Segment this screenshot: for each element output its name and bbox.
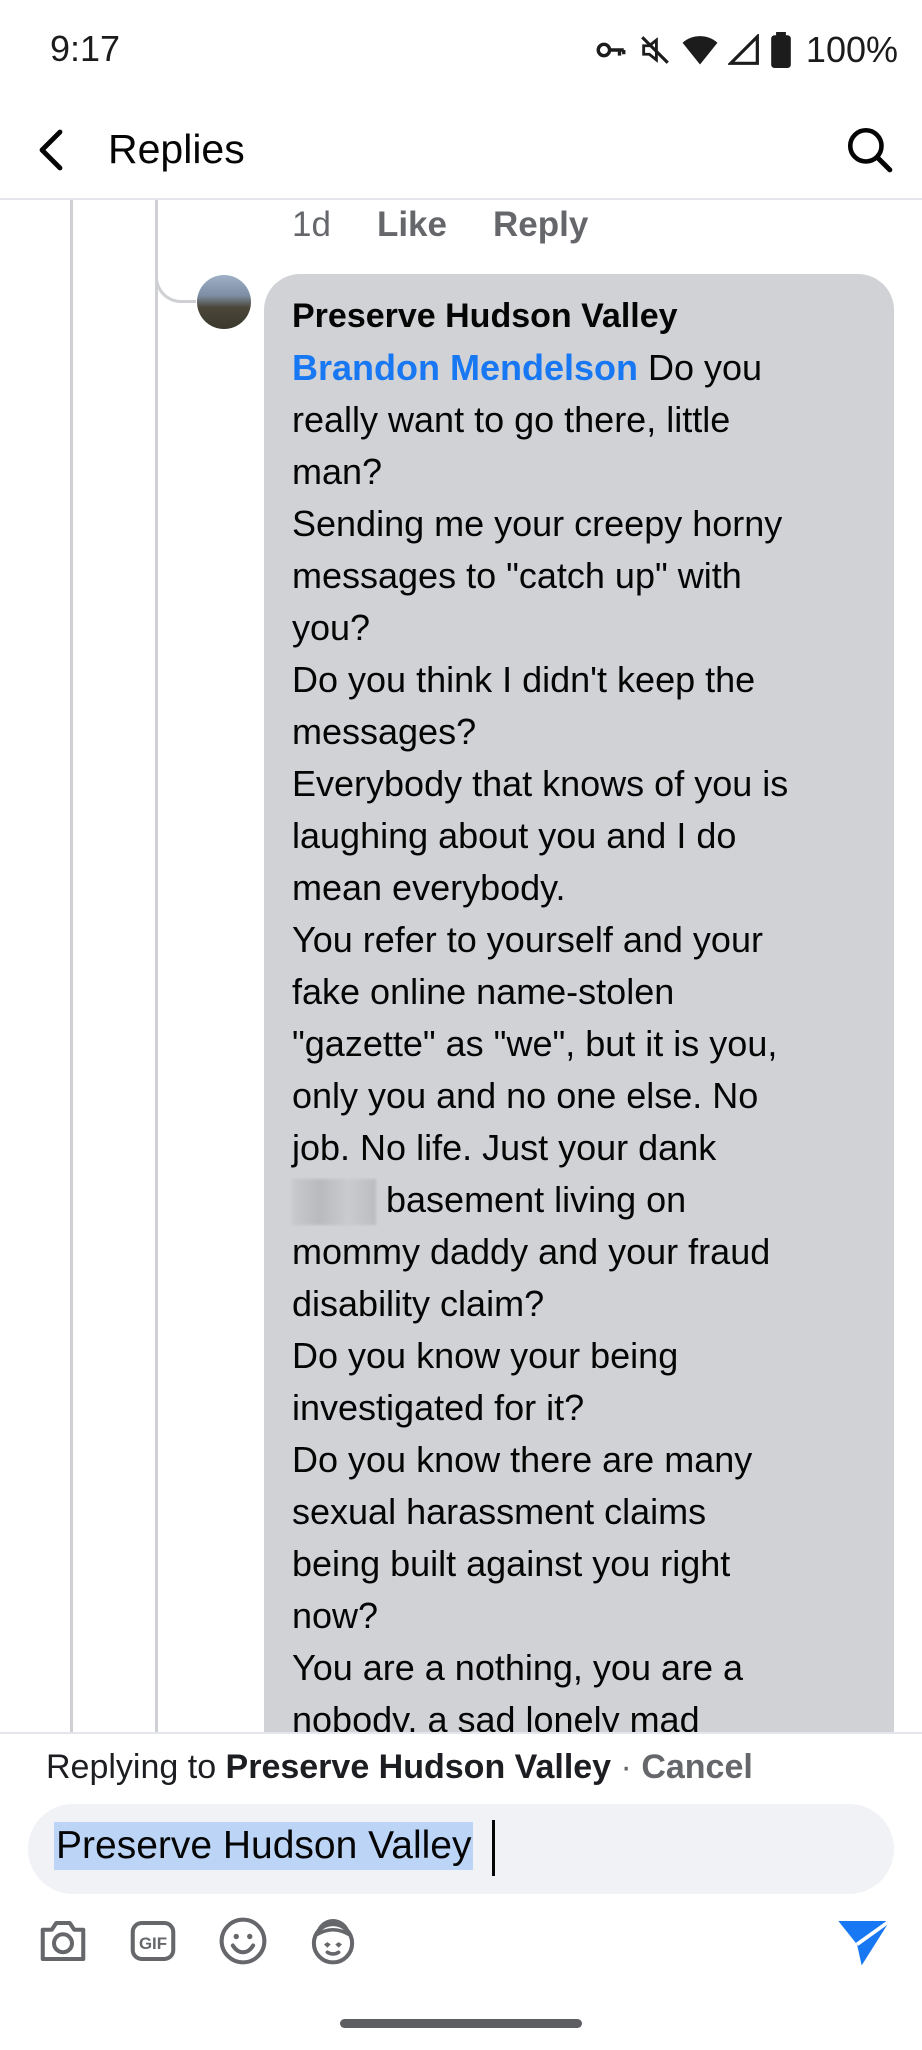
- svg-text:GIF: GIF: [139, 1934, 167, 1953]
- emoji-icon[interactable]: [216, 1914, 270, 1968]
- reply-input[interactable]: Preserve Hudson Valley: [28, 1804, 894, 1894]
- status-bar: 9:17 100%: [0, 0, 922, 100]
- mute-icon: [641, 36, 669, 64]
- comment-text-line: you?: [292, 607, 371, 648]
- battery-percentage: 100%: [805, 29, 898, 70]
- comment-text-line: Sending me your creepy horny: [292, 503, 783, 544]
- avatar-sticker-icon[interactable]: [306, 1914, 360, 1968]
- status-icons: 100%: [594, 24, 898, 76]
- text-caret: [492, 1820, 495, 1876]
- comment-text-line: messages?: [292, 711, 477, 752]
- reply-connector: [155, 200, 196, 303]
- camera-icon[interactable]: [36, 1914, 90, 1968]
- reply-composer: Replying to Preserve Hudson Valley · Can…: [0, 1732, 922, 2050]
- comment-text-line: really want to go there, little: [292, 399, 731, 440]
- comment-text-line: "gazette" as "we", but it is you,: [292, 1023, 778, 1064]
- like-button[interactable]: Like: [377, 205, 447, 245]
- comment-text-line: disability claim?: [292, 1283, 545, 1324]
- thread-line: [70, 200, 73, 1732]
- parent-comment-actions: 1d Like Reply: [292, 200, 588, 250]
- thread-line: [155, 200, 158, 1732]
- wifi-icon: [682, 36, 718, 65]
- composer-toolbar: GIF: [36, 1914, 360, 1968]
- comment-text-line: only you and no one else. No: [292, 1075, 759, 1116]
- comment-text-line: nobody, a sad lonely mad: [292, 1699, 700, 1732]
- comment-author[interactable]: Preserve Hudson Valley: [292, 290, 866, 342]
- comment-text-line: messages to "catch up" with: [292, 555, 742, 596]
- replying-to-name: Preserve Hudson Valley: [225, 1748, 612, 1786]
- separator: ·: [611, 1748, 642, 1786]
- replying-prefix: Replying to: [46, 1748, 226, 1786]
- comment-text-line: Do you know there are many: [292, 1439, 753, 1480]
- comment-text-line: mean everybody.: [292, 867, 566, 908]
- replying-to-label: Replying to Preserve Hudson Valley · Can…: [46, 1748, 753, 1787]
- comment-bubble[interactable]: Preserve Hudson Valley Brandon Mendelson…: [264, 274, 894, 1732]
- home-indicator[interactable]: [340, 2019, 582, 2028]
- comment-text-line: Everybody that knows of you is: [292, 763, 789, 804]
- comment-text-line: job. No life. Just your dank: [292, 1127, 717, 1168]
- cancel-reply-button[interactable]: Cancel: [641, 1748, 753, 1786]
- comment-text-line: Do you think I didn't keep the: [292, 659, 756, 700]
- back-arrow-icon[interactable]: [30, 126, 78, 174]
- comment-text-line: now?: [292, 1595, 379, 1636]
- comment-text-line: Do you: [638, 347, 763, 388]
- reply-input-mention[interactable]: Preserve Hudson Valley: [54, 1822, 474, 1870]
- comment-text-line: You are a nothing, you are a: [292, 1647, 744, 1688]
- comment-text-line: You refer to yourself and your: [292, 919, 763, 960]
- status-time: 9:17: [50, 28, 121, 69]
- reply-button[interactable]: Reply: [493, 205, 588, 245]
- signal-icon: [727, 34, 759, 65]
- comment-text-line: fake online name-stolen: [292, 971, 675, 1012]
- comment-age: 1d: [292, 205, 331, 244]
- top-bar: Replies: [0, 100, 922, 200]
- comment-text-line: man?: [292, 451, 383, 492]
- comment-text-line: mommy daddy and your fraud: [292, 1231, 771, 1272]
- battery-icon: [771, 32, 791, 68]
- comment-text-line: basement living on: [386, 1179, 687, 1220]
- gif-icon[interactable]: GIF: [126, 1914, 180, 1968]
- comment-text-line: sexual harassment claims: [292, 1491, 707, 1532]
- comment-text-line: laughing about you and I do: [292, 815, 737, 856]
- avatar[interactable]: [197, 275, 251, 329]
- send-icon[interactable]: [836, 1916, 892, 1968]
- page-title: Replies: [108, 126, 245, 172]
- key-icon: [596, 42, 626, 58]
- mention-link[interactable]: Brandon Mendelson: [292, 347, 638, 388]
- redacted-word: [292, 1179, 376, 1226]
- comment-text-line: Do you know your being: [292, 1335, 679, 1376]
- comment-text-line: being built against you right: [292, 1543, 731, 1584]
- comment-text-line: investigated for it?: [292, 1387, 585, 1428]
- search-icon[interactable]: [844, 124, 894, 174]
- replies-thread[interactable]: 1d Like Reply Preserve Hudson Valley Bra…: [0, 200, 922, 1732]
